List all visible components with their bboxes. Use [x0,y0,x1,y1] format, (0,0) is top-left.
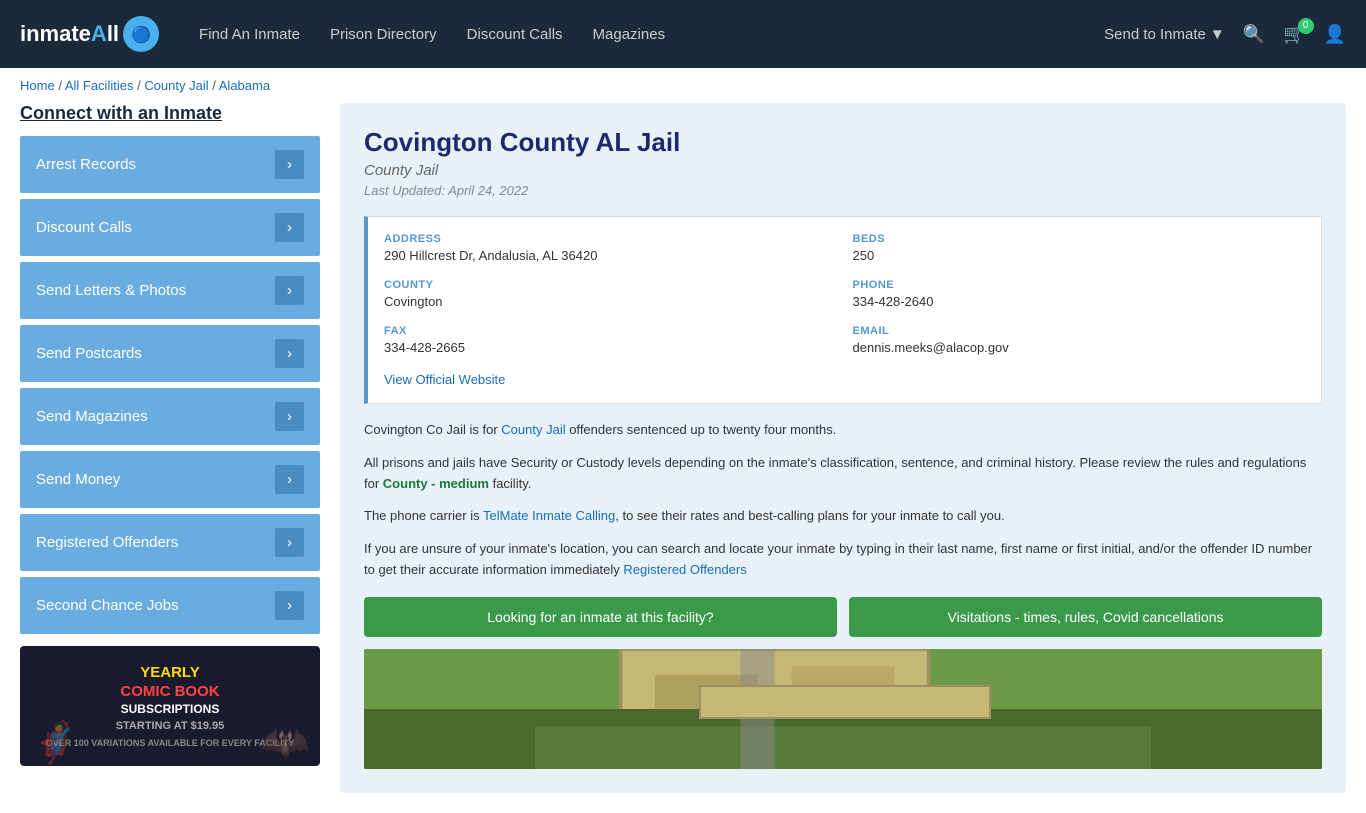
svg-text:🔵: 🔵 [131,25,151,44]
desc-para-3: The phone carrier is TelMate Inmate Call… [364,506,1322,527]
desc-para-1: Covington Co Jail is for County Jail off… [364,420,1322,441]
registered-offenders-link[interactable]: Registered Offenders [623,562,746,577]
chevron-down-icon: ▼ [1210,26,1225,43]
nav-discount-calls[interactable]: Discount Calls [467,18,563,51]
info-county: COUNTY Covington [384,279,837,309]
sidebar-item-label: Arrest Records [36,156,136,173]
nav-right: Send to Inmate ▼ 🔍 🛒 0 👤 [1104,24,1346,45]
sidebar-item-send-letters[interactable]: Send Letters & Photos › [20,262,320,319]
chevron-right-icon: › [275,465,304,494]
chevron-right-icon: › [275,150,304,179]
desc-para-4: If you are unsure of your inmate's locat… [364,539,1322,581]
sidebar-item-discount-calls[interactable]: Discount Calls › [20,199,320,256]
sidebar-item-second-chance-jobs[interactable]: Second Chance Jobs › [20,577,320,634]
chevron-right-icon: › [275,339,304,368]
main-container: Connect with an Inmate Arrest Records › … [0,103,1366,813]
chevron-right-icon: › [275,591,304,620]
logo-text: inmateAll [20,21,119,47]
info-website: View Official Website [384,371,1305,387]
breadcrumb-home[interactable]: Home [20,78,55,93]
sidebar-item-label: Send Postcards [36,345,142,362]
info-fax: FAX 334-428-2665 [384,325,837,355]
ad-title: YEARLY COMIC BOOK SUBSCRIPTIONS STARTING… [46,663,295,750]
sidebar-title: Connect with an Inmate [20,103,320,124]
breadcrumb-all-facilities[interactable]: All Facilities [65,78,134,93]
facility-info-grid: ADDRESS 290 Hillcrest Dr, Andalusia, AL … [364,216,1322,404]
sidebar-item-send-money[interactable]: Send Money › [20,451,320,508]
facility-description: Covington Co Jail is for County Jail off… [364,420,1322,581]
info-email: EMAIL dennis.meeks@alacop.gov [853,325,1306,355]
view-website-link[interactable]: View Official Website [384,372,505,387]
ad-hero-icon: 🦇 [260,719,310,766]
send-to-inmate-button[interactable]: Send to Inmate ▼ [1104,26,1225,43]
sidebar-item-label: Send Letters & Photos [36,282,186,299]
sidebar-item-arrest-records[interactable]: Arrest Records › [20,136,320,193]
sidebar-item-send-postcards[interactable]: Send Postcards › [20,325,320,382]
chevron-right-icon: › [275,276,304,305]
sidebar-item-registered-offenders[interactable]: Registered Offenders › [20,514,320,571]
info-address: ADDRESS 290 Hillcrest Dr, Andalusia, AL … [384,233,837,263]
desc-para-2: All prisons and jails have Security or C… [364,453,1322,495]
county-jail-link[interactable]: County Jail [501,422,565,437]
chevron-right-icon: › [275,402,304,431]
chevron-right-icon: › [275,528,304,557]
sidebar: Connect with an Inmate Arrest Records › … [20,103,320,793]
user-icon[interactable]: 👤 [1324,24,1346,45]
facility-aerial-image [364,649,1322,769]
nav-find-inmate[interactable]: Find An Inmate [199,18,300,51]
sidebar-item-label: Second Chance Jobs [36,597,179,614]
breadcrumb-alabama[interactable]: Alabama [219,78,270,93]
breadcrumb-county-jail[interactable]: County Jail [144,78,208,93]
visitations-button[interactable]: Visitations - times, rules, Covid cancel… [849,597,1322,637]
sidebar-item-label: Registered Offenders [36,534,178,551]
sidebar-advertisement[interactable]: YEARLY COMIC BOOK SUBSCRIPTIONS STARTING… [20,646,320,766]
nav-magazines[interactable]: Magazines [593,18,666,51]
telmate-link[interactable]: TelMate Inmate Calling [483,508,615,523]
sidebar-item-label: Send Magazines [36,408,148,425]
sidebar-item-label: Send Money [36,471,120,488]
cart-button[interactable]: 🛒 0 [1283,24,1305,45]
info-beds: BEDS 250 [853,233,1306,263]
main-nav: inmateAll 🔵 Find An Inmate Prison Direct… [0,0,1366,68]
facility-name: Covington County AL Jail [364,127,1322,158]
breadcrumb: Home / All Facilities / County Jail / Al… [0,68,1366,103]
logo[interactable]: inmateAll 🔵 [20,16,159,52]
looking-for-inmate-button[interactable]: Looking for an inmate at this facility? [364,597,837,637]
chevron-right-icon: › [275,213,304,242]
action-buttons: Looking for an inmate at this facility? … [364,597,1322,637]
facility-last-updated: Last Updated: April 24, 2022 [364,183,1322,198]
info-phone: PHONE 334-428-2640 [853,279,1306,309]
county-medium-link[interactable]: County - medium [383,476,489,491]
nav-links: Find An Inmate Prison Directory Discount… [199,18,1104,51]
cart-badge-count: 0 [1298,18,1314,34]
nav-prison-directory[interactable]: Prison Directory [330,18,437,51]
facility-card: Covington County AL Jail County Jail Las… [340,103,1346,793]
sidebar-item-label: Discount Calls [36,219,132,236]
facility-type: County Jail [364,162,1322,179]
sidebar-item-send-magazines[interactable]: Send Magazines › [20,388,320,445]
ad-hero2-icon: 🦸 [30,719,80,766]
search-icon[interactable]: 🔍 [1243,24,1265,45]
